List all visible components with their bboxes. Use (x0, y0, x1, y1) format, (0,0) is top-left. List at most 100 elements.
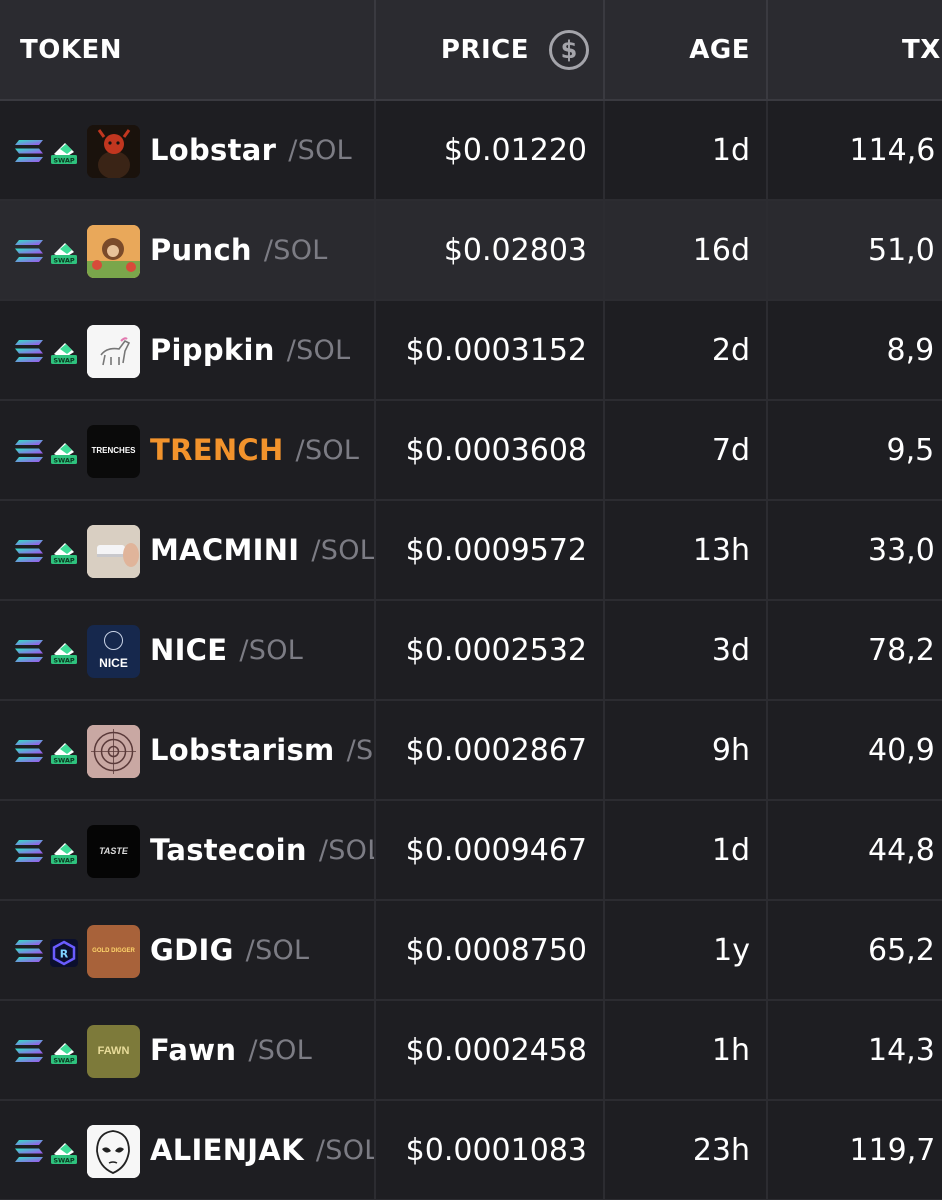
table-row[interactable]: SWAP TASTE Tastecoin/SOL $0.0009467 1d 44,8 (0, 801, 942, 901)
svg-text:SWAP: SWAP (53, 556, 75, 564)
token-avatar (87, 225, 140, 278)
token-age: 16d (692, 232, 750, 268)
token-cell[interactable]: SWAP MACMINI/SOL (0, 501, 376, 599)
token-age: 3d (711, 632, 750, 668)
quote-symbol: /SOL (245, 934, 310, 966)
table-row[interactable]: SWAP Pippkin/SOL $0.0003152 2d 8,9 (0, 301, 942, 401)
token-cell[interactable]: SWAP NICE NICE/SOL (0, 601, 376, 699)
token-txns: 65,2 (868, 932, 935, 968)
token-txns: 14,3 (868, 1032, 935, 1068)
price-cell: $0.0002458 (376, 1001, 605, 1099)
swap-icon: SWAP (50, 1139, 78, 1165)
token-cell[interactable]: SWAP Lobstar/SOL (0, 101, 376, 199)
token-price: $0.0002532 (405, 632, 587, 668)
svg-text:R: R (60, 948, 69, 961)
token-name[interactable]: Pippkin/SOL (150, 301, 350, 399)
token-cell[interactable]: SWAP Pippkin/SOL (0, 301, 376, 399)
txns-cell: 78,2 (768, 601, 942, 699)
token-name[interactable]: Lobstar/SOL (150, 101, 352, 199)
age-cell: 13h (605, 501, 768, 599)
token-symbol: Fawn (150, 1033, 237, 1067)
quote-symbol: /SOL (263, 234, 328, 266)
token-txns: 8,9 (886, 332, 935, 368)
swap-icon: SWAP (50, 239, 78, 265)
quote-symbol: /SOL (295, 434, 360, 466)
table-row[interactable]: SWAP FAWN Fawn/SOL $0.0002458 1h 14,3 (0, 1001, 942, 1101)
token-cell[interactable]: SWAP TASTE Tastecoin/SOL (0, 801, 376, 899)
swap-icon: SWAP (50, 339, 78, 365)
avatar-text: NICE (99, 656, 128, 671)
price-cell: $0.0008750 (376, 901, 605, 999)
token-name[interactable]: MACMINI/SOL (150, 501, 374, 599)
price-cell: $0.01220 (376, 101, 605, 199)
token-symbol: Lobstar (150, 133, 277, 167)
price-cell: $0.0001083 (376, 1101, 605, 1199)
svg-text:SWAP: SWAP (53, 1156, 75, 1164)
token-symbol: Pippkin (150, 333, 275, 367)
token-name[interactable]: Tastecoin/SOL (150, 801, 374, 899)
token-name[interactable]: Lobstarism/SOL (150, 701, 374, 799)
swap-icon: SWAP (50, 639, 78, 665)
txns-cell: 33,0 (768, 501, 942, 599)
token-age: 9h (711, 732, 750, 768)
age-cell: 1d (605, 101, 768, 199)
txns-cell: 51,0 (768, 201, 942, 299)
column-header-age[interactable]: AGE (605, 0, 768, 99)
txns-cell: 119,7 (768, 1101, 942, 1199)
swap-icon: SWAP (50, 539, 78, 565)
column-header-token[interactable]: TOKEN (0, 0, 376, 99)
token-cell[interactable]: SWAP TRENCHES TRENCH/SOL (0, 401, 376, 499)
token-name[interactable]: GDIG/SOL (150, 901, 309, 999)
table-row[interactable]: SWAP Lobstar/SOL $0.01220 1d 114,6 (0, 101, 942, 201)
solana-icon (14, 939, 44, 963)
token-age: 1y (713, 932, 750, 968)
column-header-price[interactable]: PRICE $ (376, 0, 605, 99)
token-price: $0.0002867 (405, 732, 587, 768)
token-symbol: MACMINI (150, 533, 300, 567)
dollar-circle-icon[interactable]: $ (549, 29, 589, 70)
token-avatar: GOLD DIGGER (87, 925, 140, 978)
token-symbol: Tastecoin (150, 833, 307, 867)
token-symbol: Lobstarism (150, 733, 335, 767)
token-age: 7d (711, 432, 750, 468)
token-cell[interactable]: SWAP Punch/SOL (0, 201, 376, 299)
token-cell[interactable]: SWAP ALIENJAK/SOL (0, 1101, 376, 1199)
token-price: $0.0009572 (405, 532, 587, 568)
token-txns: 119,7 (849, 1132, 936, 1168)
table-row[interactable]: SWAP Lobstarism/SOL $0.0002867 9h 40,9 (0, 701, 942, 801)
table-row[interactable]: SWAP MACMINI/SOL $0.0009572 13h 33,0 (0, 501, 942, 601)
quote-symbol: /SOL (315, 1134, 376, 1166)
token-cell[interactable]: SWAP FAWN Fawn/SOL (0, 1001, 376, 1099)
token-age: 1h (711, 1032, 750, 1068)
token-cell[interactable]: R GOLD DIGGER GDIG/SOL (0, 901, 376, 999)
svg-text:SWAP: SWAP (53, 356, 75, 364)
age-cell: 1y (605, 901, 768, 999)
token-cell[interactable]: SWAP Lobstarism/SOL (0, 701, 376, 799)
table-row[interactable]: R GOLD DIGGER GDIG/SOL $0.0008750 1y 65,2 (0, 901, 942, 1001)
token-name[interactable]: Fawn/SOL (150, 1001, 312, 1099)
avatar-text: TRENCHES (91, 446, 136, 456)
token-price: $0.0008750 (405, 932, 587, 968)
table-row[interactable]: SWAP NICE NICE/SOL $0.0002532 3d 78,2 (0, 601, 942, 701)
solana-icon (14, 239, 44, 263)
txns-cell: 9,5 (768, 401, 942, 499)
token-name[interactable]: TRENCH/SOL (150, 401, 359, 499)
token-txns: 33,0 (868, 532, 935, 568)
svg-text:SWAP: SWAP (53, 256, 75, 264)
table-row[interactable]: SWAP TRENCHES TRENCH/SOL $0.0003608 7d 9,5 (0, 401, 942, 501)
token-name[interactable]: NICE/SOL (150, 601, 303, 699)
token-name[interactable]: ALIENJAK/SOL (150, 1101, 376, 1199)
token-header-label: TOKEN (20, 34, 123, 65)
column-header-txns[interactable]: TXI (768, 0, 942, 99)
solana-icon (14, 839, 44, 863)
token-txns: 44,8 (868, 832, 935, 868)
table-row[interactable]: SWAP ALIENJAK/SOL $0.0001083 23h 119,7 (0, 1101, 942, 1200)
token-name[interactable]: Punch/SOL (150, 201, 328, 299)
age-cell: 9h (605, 701, 768, 799)
table-row[interactable]: SWAP Punch/SOL $0.02803 16d 51,0 (0, 201, 942, 301)
price-cell: $0.0002532 (376, 601, 605, 699)
age-cell: 7d (605, 401, 768, 499)
swap-icon: SWAP (50, 739, 78, 765)
token-avatar: TASTE (87, 825, 140, 878)
quote-symbol: /SOL (346, 734, 374, 766)
